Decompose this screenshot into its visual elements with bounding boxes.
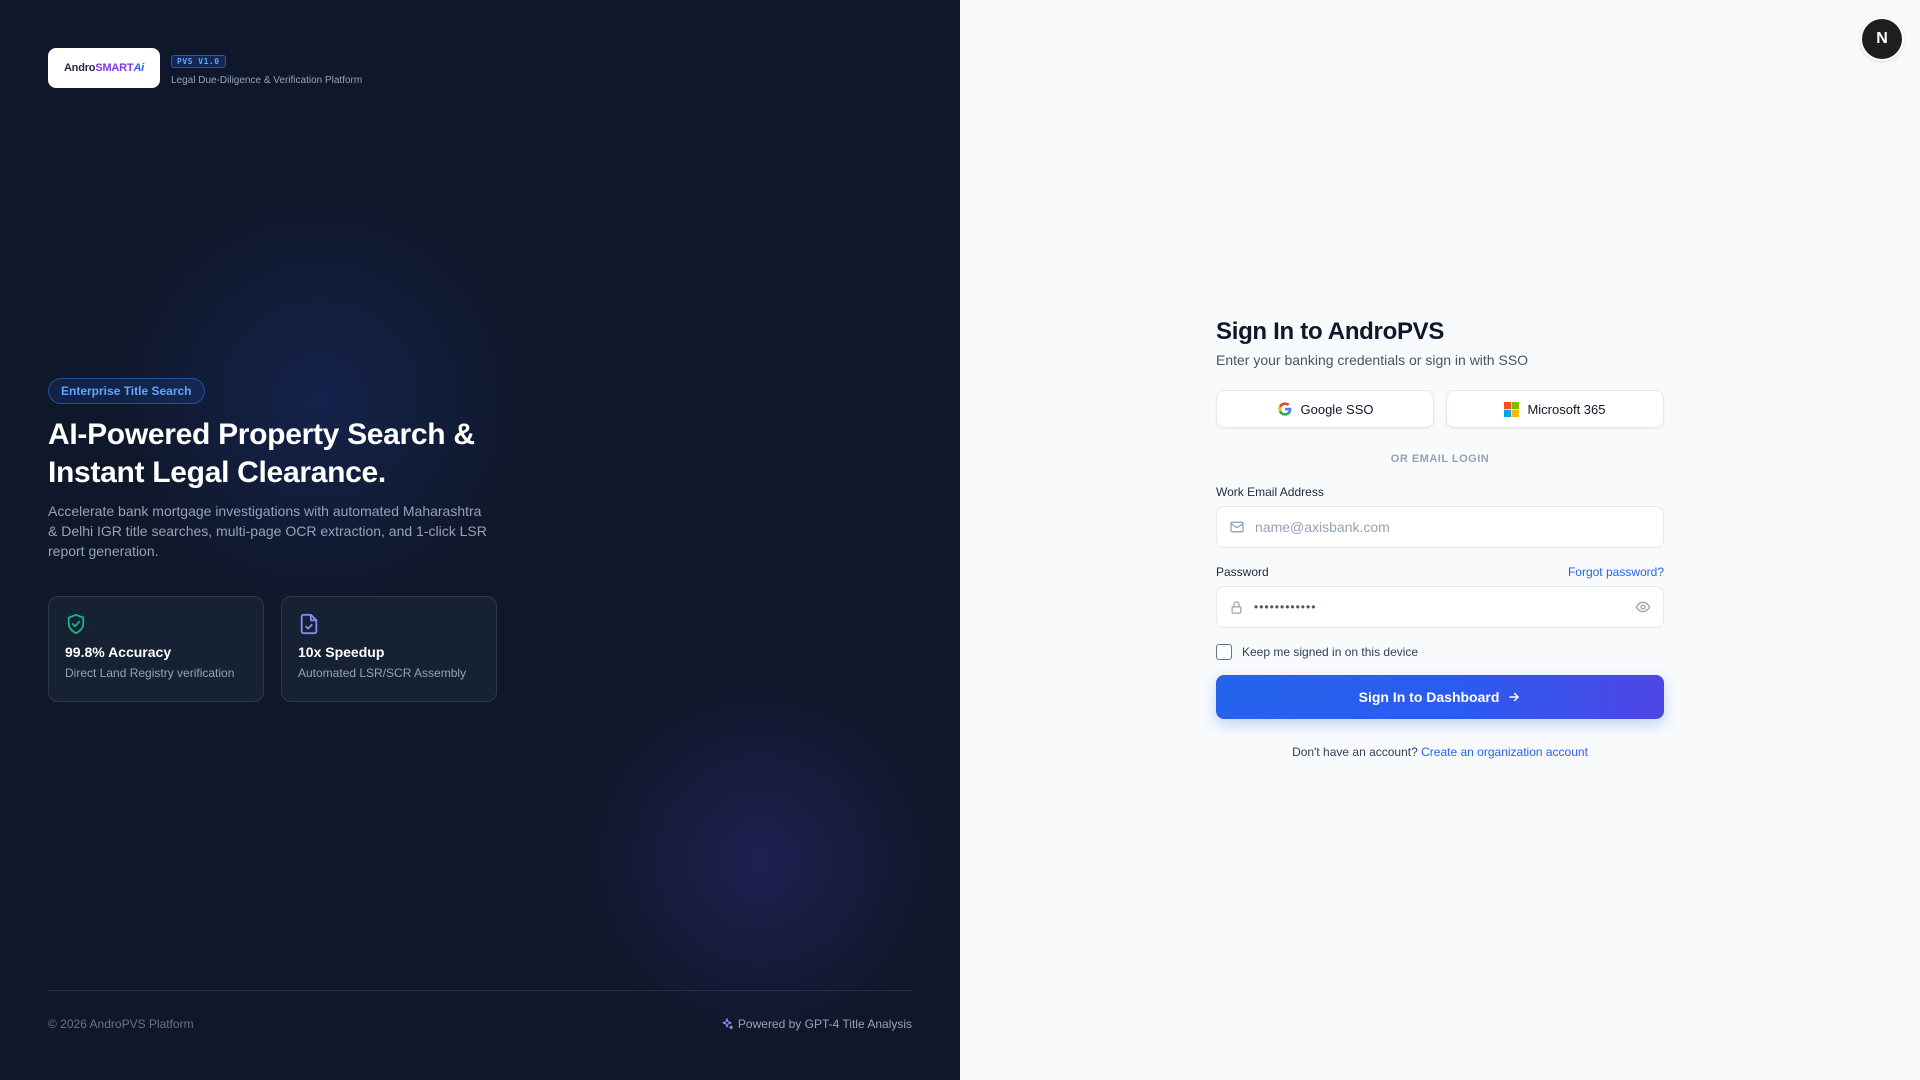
brand-header: Andro SMART Ai PVS V1.0 Legal Due-Diligenc… — [48, 48, 362, 88]
copyright: © 2026 AndroPVS Platform — [48, 1017, 194, 1031]
mail-icon — [1230, 521, 1244, 533]
version-badge: PVS V1.0 — [171, 55, 226, 68]
microsoft-sso-label: Microsoft 365 — [1527, 401, 1606, 417]
logo-text-ai: Ai — [133, 62, 145, 74]
stats-row: 99.8% Accuracy Direct Land Registry veri… — [48, 596, 497, 702]
sign-in-label: Sign In to Dashboard — [1358, 689, 1500, 705]
lock-icon — [1231, 600, 1242, 614]
password-input-wrapper — [1216, 586, 1664, 628]
signup-row: Don't have an account? Create an organiz… — [1216, 745, 1664, 759]
login-form: Sign In to AndroPVS Enter your banking c… — [1216, 318, 1664, 759]
sparkle-icon — [722, 1018, 734, 1030]
sign-in-button[interactable]: Sign In to Dashboard — [1216, 675, 1664, 719]
left-footer: © 2026 AndroPVS Platform Powered by GPT-… — [48, 990, 912, 1031]
microsoft-icon — [1504, 401, 1520, 417]
stat-subtitle: Automated LSR/SCR Assembly — [298, 666, 467, 680]
user-avatar[interactable]: N — [1862, 19, 1902, 59]
brand-tagline: Legal Due-Diligence & Verification Platf… — [171, 75, 363, 86]
logo-text-andro: Andro — [63, 62, 96, 74]
hero-pill: Enterprise Title Search — [48, 378, 205, 404]
brand-panel: Andro SMART Ai PVS V1.0 Legal Due-Diligenc… — [0, 0, 960, 1080]
divider-text: OR EMAIL LOGIN — [1390, 453, 1490, 465]
file-check-icon — [300, 613, 318, 635]
remember-checkbox[interactable] — [1216, 644, 1232, 660]
stat-card-accuracy: 99.8% Accuracy Direct Land Registry veri… — [48, 596, 264, 702]
form-subtitle: Enter your banking credentials or sign i… — [1216, 352, 1529, 368]
hero-heading: AI-Powered Property Search & Instant Leg… — [48, 416, 488, 492]
signup-prompt: Don't have an account? — [1292, 745, 1418, 759]
powered-by: Powered by GPT-4 Title Analysis — [720, 1017, 912, 1031]
email-input-wrapper — [1216, 506, 1664, 548]
arrow-right-icon — [1509, 692, 1520, 702]
avatar-initial: N — [1876, 30, 1888, 47]
stat-title: 10x Speedup — [298, 644, 385, 660]
password-label-row: Password Forgot password? — [1216, 565, 1664, 579]
eye-icon[interactable] — [1635, 599, 1651, 615]
stat-subtitle: Direct Land Registry verification — [65, 666, 235, 680]
brand-meta: PVS V1.0 Legal Due-Diligence & Verificat… — [171, 51, 362, 86]
password-group: Password Forgot password? — [1216, 565, 1664, 628]
hero-description: Accelerate bank mortgage investigations … — [48, 503, 487, 559]
form-title: Sign In to AndroPVS — [1216, 318, 1445, 345]
remember-label: Keep me signed in on this device — [1242, 645, 1419, 659]
email-group: Work Email Address — [1216, 485, 1664, 548]
google-sso-label: Google SSO — [1300, 401, 1374, 417]
password-label: Password — [1216, 565, 1269, 579]
powered-by-text: Powered by GPT-4 Title Analysis — [737, 1017, 912, 1031]
create-account-link[interactable]: Create an organization account — [1421, 745, 1588, 759]
google-sso-button[interactable]: Google SSO — [1216, 390, 1434, 428]
logo-text-smart: SMART — [95, 62, 134, 74]
shield-check-icon — [67, 613, 85, 635]
hero-section: Enterprise Title Search AI-Powered Prope… — [48, 378, 488, 561]
email-input[interactable] — [1255, 519, 1651, 535]
stat-card-speedup: 10x Speedup Automated LSR/SCR Assembly — [281, 596, 497, 702]
microsoft-sso-button[interactable]: Microsoft 365 — [1446, 390, 1664, 428]
google-icon — [1277, 402, 1291, 416]
password-input[interactable] — [1254, 600, 1635, 614]
forgot-password-link[interactable]: Forgot password? — [1568, 565, 1664, 579]
stat-title: 99.8% Accuracy — [65, 644, 172, 660]
remember-row: Keep me signed in on this device — [1216, 644, 1664, 660]
logo: Andro SMART Ai — [48, 48, 160, 88]
login-panel: N Sign In to AndroPVS Enter your banking… — [960, 0, 1920, 1080]
hero-heading-line1: AI-Powered Property Search & — [48, 418, 475, 451]
hero-heading-line2: Instant Legal Clearance. — [48, 456, 386, 489]
sso-row: Google SSO Microsoft 365 — [1216, 390, 1664, 428]
email-label: Work Email Address — [1216, 485, 1324, 499]
